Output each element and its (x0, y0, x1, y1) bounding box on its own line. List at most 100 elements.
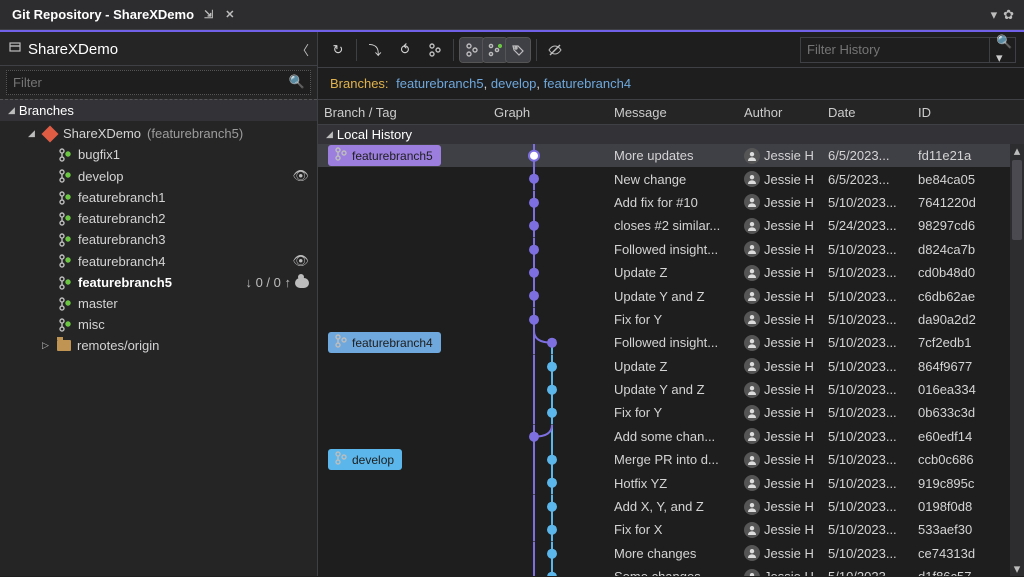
graph-cell (494, 565, 614, 576)
commit-id: d824ca7b (918, 242, 998, 257)
branch-link-featurebranch5[interactable]: featurebranch5 (396, 76, 483, 91)
commit-author: Jessie H (744, 499, 828, 515)
scrollbar[interactable]: ▴ ▾ (1010, 144, 1024, 576)
branch-row-featurebranch3[interactable]: featurebranch3 (0, 229, 317, 250)
graph-cell (494, 238, 614, 261)
commit-row[interactable]: Followed insight...Jessie H5/10/2023...d… (318, 238, 1024, 261)
scroll-down-icon[interactable]: ▾ (1010, 562, 1024, 576)
branches-filter-line: Branches: featurebranch5, develop, featu… (318, 68, 1024, 99)
branch-tag-cell: featurebranch5 (324, 145, 494, 166)
tracked-icon: 👁 (292, 168, 309, 184)
branch-label: master (78, 296, 118, 311)
branch-sync-counts: ↓ 0 / 0 ↑ (245, 275, 309, 290)
refresh-button[interactable]: ↻ (326, 38, 350, 62)
commit-row[interactable]: Update Y and ZJessie H5/10/2023...016ea3… (318, 378, 1024, 401)
commit-date: 5/10/2023... (828, 312, 918, 327)
commit-row[interactable]: More changesJessie H5/10/2023...ce74313d (318, 542, 1024, 565)
branch-row-featurebranch2[interactable]: featurebranch2 (0, 208, 317, 229)
branch-row-bugfix1[interactable]: bugfix1 (0, 144, 317, 165)
commit-row[interactable]: closes #2 similar...Jessie H5/24/2023...… (318, 214, 1024, 237)
commit-date: 5/10/2023... (828, 522, 918, 537)
commit-date: 5/10/2023... (828, 289, 918, 304)
avatar-icon (744, 545, 760, 561)
branch-row-featurebranch1[interactable]: featurebranch1 (0, 187, 317, 208)
history-grid[interactable]: featurebranch5More updatesJessie H6/5/20… (318, 144, 1024, 576)
branch-icon (58, 318, 72, 332)
commit-row[interactable]: developMerge PR into d...Jessie H5/10/20… (318, 448, 1024, 471)
commit-row[interactable]: Fix for XJessie H5/10/2023...533aef30 (318, 518, 1024, 541)
col-id[interactable]: ID (918, 105, 998, 120)
branches-label: Branches: (330, 76, 389, 91)
gear-icon[interactable]: ✿ (1003, 7, 1014, 23)
commit-row[interactable]: New changeJessie H6/5/2023...be84ca05 (318, 167, 1024, 190)
scroll-thumb[interactable] (1012, 160, 1022, 240)
scroll-up-icon[interactable]: ▴ (1010, 144, 1024, 158)
commit-row[interactable]: featurebranch4Followed insight...Jessie … (318, 331, 1024, 354)
pin-icon[interactable]: ⇲ (202, 6, 215, 23)
fetch-button[interactable]: ⤵ (363, 38, 387, 62)
hide-button[interactable] (543, 38, 567, 62)
branch-link-featurebranch4[interactable]: featurebranch4 (544, 76, 631, 91)
commit-row[interactable]: featurebranch5More updatesJessie H6/5/20… (318, 144, 1024, 167)
tags-button[interactable] (506, 38, 530, 62)
branch-chip[interactable]: featurebranch5 (328, 145, 441, 166)
commit-date: 5/10/2023... (828, 429, 918, 444)
avatar-icon (744, 218, 760, 234)
commit-id: fd11e21a (918, 148, 998, 163)
branch-button[interactable] (423, 38, 447, 62)
graph-mode-1-button[interactable] (460, 38, 484, 62)
remotes-row[interactable]: ▷ remotes/origin (0, 335, 317, 356)
commit-message: Add some chan... (614, 429, 744, 444)
branch-label: featurebranch2 (78, 211, 165, 226)
commit-row[interactable]: Add X, Y, and ZJessie H5/10/2023...0198f… (318, 495, 1024, 518)
dropdown-icon[interactable]: ▾ (991, 7, 998, 23)
commit-row[interactable]: Hotfix YZJessie H5/10/2023...919c895c (318, 471, 1024, 494)
commit-row[interactable]: Add some chan...Jessie H5/10/2023...e60e… (318, 425, 1024, 448)
branch-label: featurebranch1 (78, 190, 165, 205)
commit-row[interactable]: Add fix for #10Jessie H5/10/2023...76412… (318, 191, 1024, 214)
titlebar: Git Repository - ShareXDemo ⇲ ✕ ▾ ✿ (0, 0, 1024, 30)
collapse-icon[interactable]: 〈 (296, 40, 309, 59)
col-author[interactable]: Author (744, 105, 828, 120)
avatar-icon (744, 382, 760, 398)
commit-message: Hotfix YZ (614, 476, 744, 491)
branches-section-header[interactable]: Branches (0, 99, 317, 121)
branch-link-develop[interactable]: develop (491, 76, 537, 91)
branch-filter-input[interactable] (6, 70, 311, 95)
branch-row-featurebranch4[interactable]: featurebranch4👁 (0, 250, 317, 272)
graph-cell (494, 425, 614, 448)
graph-mode-2-button[interactable] (483, 38, 507, 62)
branch-row-develop[interactable]: develop👁 (0, 165, 317, 187)
commit-message: Update Y and Z (614, 382, 744, 397)
branch-row-featurebranch5[interactable]: featurebranch5↓ 0 / 0 ↑ (0, 272, 317, 293)
branch-tag-cell: featurebranch4 (324, 332, 494, 353)
branch-icon (334, 451, 348, 468)
commit-date: 5/24/2023... (828, 218, 918, 233)
local-history-section[interactable]: Local History (318, 125, 1024, 144)
search-icon[interactable]: 🔍▾ (989, 38, 1018, 62)
filter-history-input[interactable] (801, 42, 989, 57)
branch-icon (58, 212, 72, 226)
search-icon[interactable]: 🔍 (289, 74, 305, 90)
commit-id: 0198f0d8 (918, 499, 998, 514)
pull-button[interactable]: ⥀ (393, 38, 417, 62)
branch-row-misc[interactable]: misc (0, 314, 317, 335)
col-date[interactable]: Date (828, 105, 918, 120)
commit-message: Update Y and Z (614, 289, 744, 304)
repo-root-row[interactable]: ◢ ShareXDemo (featurebranch5) (0, 123, 317, 144)
branch-chip[interactable]: develop (328, 449, 402, 470)
col-branch-tag[interactable]: Branch / Tag (324, 105, 494, 120)
branch-row-master[interactable]: master (0, 293, 317, 314)
branch-chip[interactable]: featurebranch4 (328, 332, 441, 353)
close-icon[interactable]: ✕ (223, 6, 236, 23)
commit-row[interactable]: Update ZJessie H5/10/2023...cd0b48d0 (318, 261, 1024, 284)
commit-row[interactable]: Fix for YJessie H5/10/2023...0b633c3d (318, 401, 1024, 424)
commit-row[interactable]: Update Y and ZJessie H5/10/2023...c6db62… (318, 284, 1024, 307)
commit-row[interactable]: Fix for YJessie H5/10/2023...da90a2d2 (318, 308, 1024, 331)
commit-author: Jessie H (744, 171, 828, 187)
commit-row[interactable]: Some changesJessie H5/10/2023...d1f86c57 (318, 565, 1024, 576)
remotes-label: remotes/origin (77, 338, 159, 353)
commit-row[interactable]: Update ZJessie H5/10/2023...864f9677 (318, 355, 1024, 378)
col-graph[interactable]: Graph (494, 105, 614, 120)
col-message[interactable]: Message (614, 105, 744, 120)
